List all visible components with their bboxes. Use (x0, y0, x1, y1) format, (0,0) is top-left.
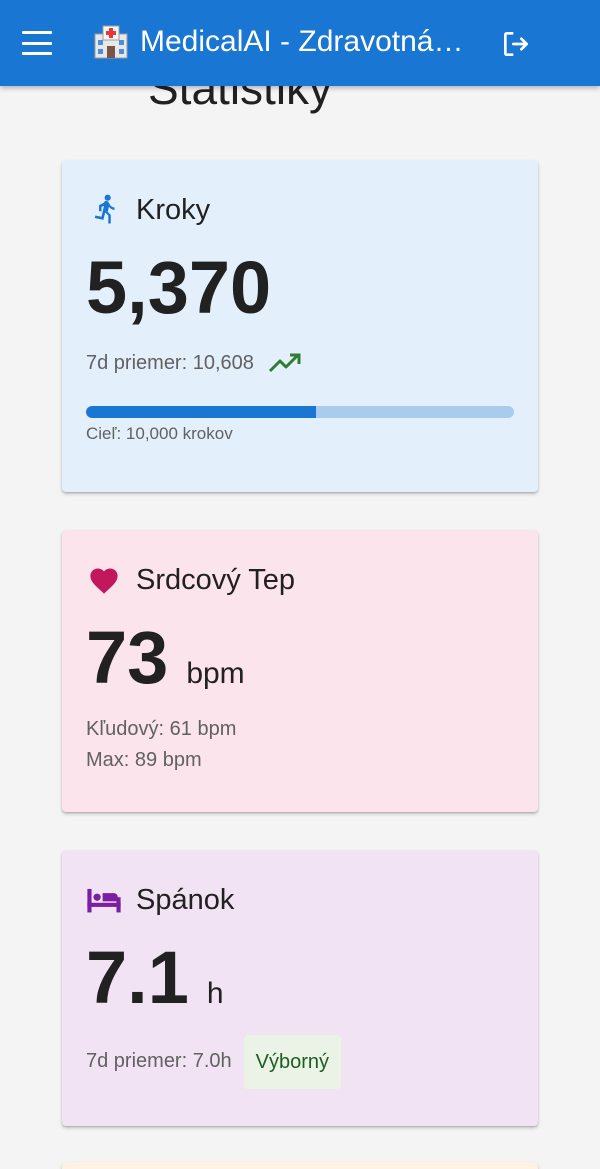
sleep-card: Spánok 7.1 h 7d priemer: 7.0h Výborný (62, 850, 538, 1126)
sleep-title: Spánok (136, 883, 235, 916)
app-bar: MedicalAI - Zdravotná… (0, 0, 600, 86)
heart-max-label: Max: 89 bpm (86, 749, 202, 771)
next-stat-card (62, 1162, 538, 1169)
sleep-value-row: 7.1 h (86, 938, 224, 1034)
steps-progress-bar (86, 406, 514, 418)
trending-up-icon (268, 353, 301, 373)
app-title: MedicalAI - Zdravotná… (140, 25, 464, 58)
steps-title: Kroky (136, 193, 211, 226)
logout-icon[interactable] (500, 28, 532, 60)
running-person-icon (86, 192, 122, 228)
sleep-unit: h (206, 977, 224, 1010)
steps-card: Kroky 5,370 7d priemer: 10,608 Cieľ: 10,… (62, 160, 538, 492)
heart-resting-label: Kľudový: 61 bpm (86, 718, 237, 740)
heart-rate-card: Srdcový Tep 73 bpm Kľudový: 61 bpm Max: 8… (62, 530, 538, 812)
hospital-icon (94, 25, 128, 59)
heart-icon (86, 562, 122, 598)
sleep-avg-label: 7d priemer: 7.0h (86, 1050, 232, 1072)
heart-value: 73 (86, 616, 169, 699)
steps-progress-fill (86, 406, 316, 418)
statistics-screen: MedicalAI - Zdravotná… Štatistiky Kroky … (0, 0, 600, 1169)
steps-avg-row: 7d priemer: 10,608 (86, 348, 302, 378)
heart-value-row: 73 bpm (86, 618, 245, 714)
hamburger-menu-icon[interactable] (20, 28, 54, 58)
steps-goal-label: Cieľ: 10,000 krokov (86, 424, 233, 443)
sleep-value: 7.1 (86, 936, 189, 1019)
steps-avg-label: 7d priemer: 10,608 (86, 352, 254, 374)
bed-icon (86, 882, 122, 918)
steps-value: 5,370 (86, 246, 272, 329)
heart-unit: bpm (186, 657, 245, 690)
sleep-quality-badge: Výborný (243, 1034, 342, 1089)
heart-title: Srdcový Tep (136, 563, 296, 596)
sleep-avg-row: 7d priemer: 7.0h Výborný (86, 1034, 342, 1089)
